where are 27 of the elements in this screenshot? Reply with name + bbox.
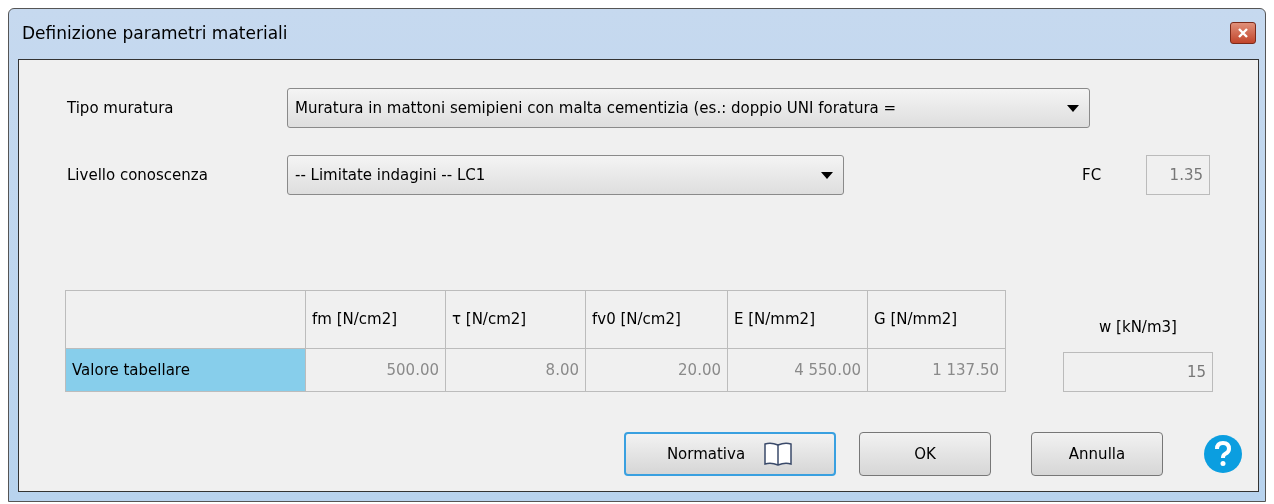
dialog-button[interactable]: Annulla (1031, 432, 1163, 476)
row-header[interactable]: Valore tabellare (65, 348, 306, 392)
field-label: Tipo muratura (67, 97, 175, 119)
column-header: τ [N/cm2] (445, 290, 586, 349)
table-cell: 4 550.00 (727, 348, 868, 392)
table-cell: 1 137.50 (867, 348, 1006, 392)
column-header: fm [N/cm2] (305, 290, 446, 349)
field-label: Livello conoscenza (67, 164, 209, 186)
table-cell: 8.00 (445, 348, 586, 392)
close-icon (1238, 28, 1248, 38)
help-icon[interactable] (1204, 435, 1242, 473)
table-cell: 20.00 (585, 348, 728, 392)
field-label: FC (1082, 164, 1103, 186)
masonry-type-dropdown[interactable]: Muratura in mattoni semipieni con malta cementizia (es.: doppio UNI foratura = (287, 88, 1090, 128)
window-title: Definizione parametri materiali (22, 22, 288, 46)
column-header: fv0 [N/cm2] (585, 290, 728, 349)
dropdown-arrow-icon (1067, 104, 1079, 112)
close-button[interactable] (1230, 22, 1256, 44)
column-header: G [N/mm2] (867, 290, 1006, 349)
field-label: w [kN/m3] (1099, 316, 1177, 338)
dialog-button[interactable]: Normativa (624, 432, 836, 476)
dropdown-arrow-icon (821, 171, 833, 179)
column-header: E [N/mm2] (727, 290, 868, 349)
knowledge-level-dropdown[interactable]: -- Limitate indagini -- LC1 (287, 155, 844, 195)
table-cell: 500.00 (305, 348, 446, 392)
dialog-button[interactable]: OK (859, 432, 991, 476)
book-icon (763, 441, 794, 467)
